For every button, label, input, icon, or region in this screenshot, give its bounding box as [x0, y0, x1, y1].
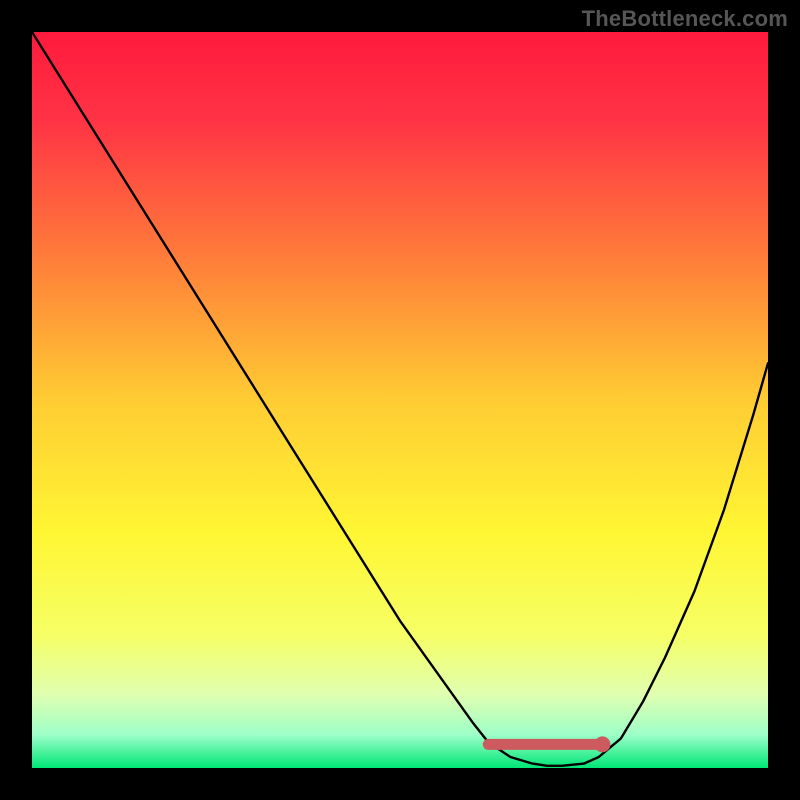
curve-layer — [32, 32, 768, 768]
bottleneck-curve — [32, 32, 768, 766]
plot-area — [32, 32, 768, 768]
watermark-text: TheBottleneck.com — [582, 6, 788, 32]
chart-frame: TheBottleneck.com — [0, 0, 800, 800]
optimal-end-dot — [594, 736, 610, 752]
